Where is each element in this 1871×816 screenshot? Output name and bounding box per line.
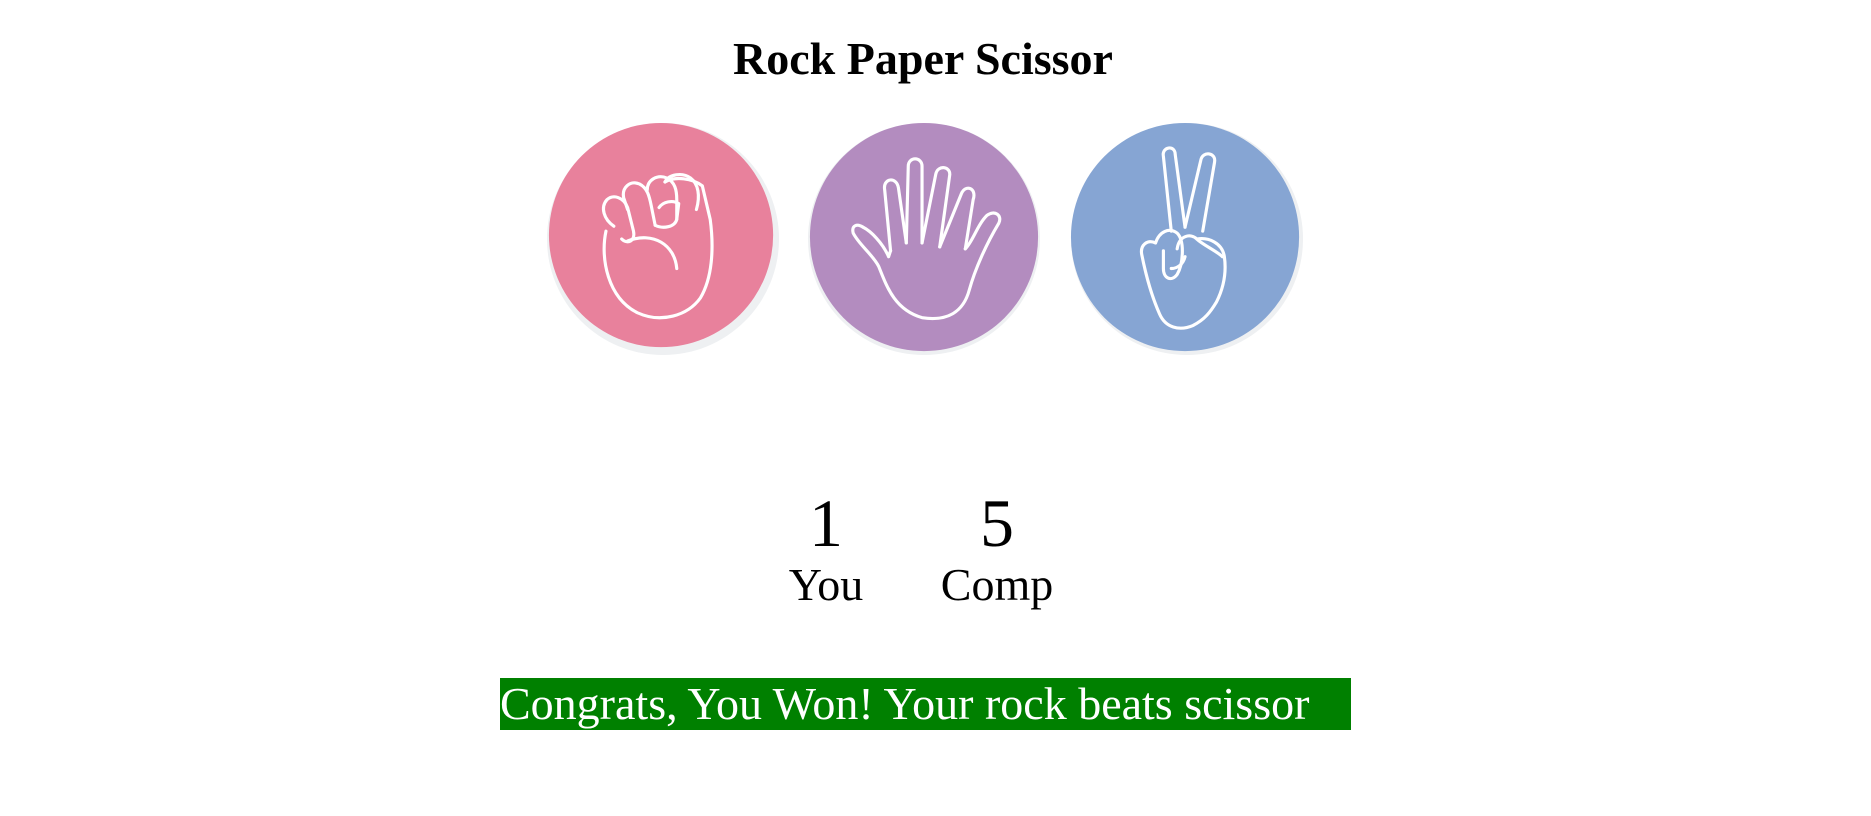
peace-sign-icon — [1070, 122, 1304, 356]
user-score-value: 1 — [809, 485, 843, 561]
page-title: Rock Paper Scissor — [733, 33, 1113, 84]
user-score-label: You — [788, 559, 864, 610]
game-container: Rock Paper Scissor 1 You 5 Comp Congrats… — [0, 0, 1871, 816]
paper-choice-button[interactable] — [806, 118, 1042, 360]
scissor-choice-button[interactable] — [1069, 118, 1305, 360]
comp-score-value: 5 — [980, 485, 1014, 561]
comp-score-label: Comp — [940, 559, 1054, 610]
fist-icon — [546, 122, 780, 356]
rock-choice-button[interactable] — [545, 118, 781, 360]
user-score: 1 You — [751, 485, 901, 613]
comp-score: 5 Comp — [922, 485, 1072, 613]
open-hand-icon — [807, 122, 1041, 356]
result-message: Congrats, You Won! Your rock beats sciss… — [500, 678, 1351, 730]
